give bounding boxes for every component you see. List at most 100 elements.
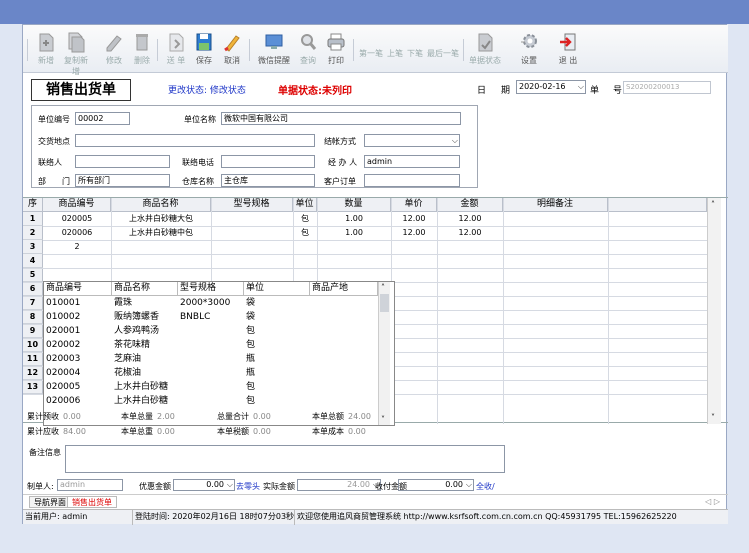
- cell-spec[interactable]: [211, 212, 293, 226]
- round-off-link[interactable]: 去零头: [236, 481, 260, 492]
- delete-button[interactable]: 删除: [127, 31, 157, 66]
- phone-field[interactable]: [221, 155, 315, 168]
- scroll-up-icon[interactable]: ˄: [711, 200, 715, 209]
- popup-cell-unit: 包: [246, 326, 256, 336]
- popup-cell-code: 020002: [46, 340, 81, 350]
- actual-amount-field[interactable]: 24.00 ⌵: [297, 479, 381, 491]
- settle-select[interactable]: ⌵: [364, 134, 460, 147]
- bill-number-field[interactable]: S20200200013: [623, 81, 711, 94]
- last-record-link[interactable]: 最后一笔: [427, 48, 459, 59]
- memo-field[interactable]: [65, 445, 505, 473]
- total-cost-value: 0.00: [348, 427, 366, 436]
- cell-name[interactable]: 上水井白砂糖中包: [111, 226, 211, 240]
- toolbar: 新增 复制新增 修改 删除 送 单 保存 取消 微信提醒 查询 打印 第一笔 上…: [23, 25, 728, 76]
- unit-name-field[interactable]: 微软中国有限公司: [221, 112, 461, 125]
- receive-all-link[interactable]: 全收/: [476, 481, 495, 492]
- tab-scroll-arrows[interactable]: ◁ ▷: [705, 497, 720, 506]
- popup-scrollbar[interactable]: ˄ ˅: [378, 282, 390, 425]
- save-button[interactable]: 保存: [189, 31, 219, 66]
- cell-price[interactable]: 12.00: [391, 226, 437, 240]
- col-header-amount[interactable]: 金额: [437, 198, 503, 212]
- copy-add-button[interactable]: 复制新增: [61, 31, 91, 77]
- received-field[interactable]: 0.00 ⌵: [398, 479, 474, 491]
- wechat-remind-button[interactable]: 微信提醒: [255, 31, 293, 66]
- row-number: 13: [23, 380, 43, 394]
- send-button[interactable]: 送 单: [161, 31, 191, 66]
- search-button[interactable]: 查询: [293, 31, 323, 66]
- prev-record-link[interactable]: 上笔: [387, 48, 403, 59]
- cell-price[interactable]: 12.00: [391, 212, 437, 226]
- chevron-down-icon[interactable]: ⌵: [452, 135, 458, 146]
- handler-field[interactable]: admin: [364, 155, 460, 168]
- col-header-unit[interactable]: 单位: [293, 198, 317, 212]
- popup-cell-code: 020001: [46, 326, 81, 336]
- cancel-button[interactable]: 取消: [217, 31, 247, 66]
- customer-order-field[interactable]: [364, 174, 460, 187]
- first-record-link[interactable]: 第一笔: [359, 48, 383, 59]
- popup-cell-unit: 瓶: [246, 354, 256, 364]
- cell-unit[interactable]: 包: [293, 226, 317, 240]
- add-button[interactable]: 新增: [31, 31, 61, 66]
- col-header-qty[interactable]: 数量: [317, 198, 391, 212]
- popup-cell-name: 人参鸡鸭汤: [114, 326, 160, 336]
- header-form: 单位编号 00002 单位名称 微软中国有限公司 交货地点 结帐方式 ⌵ 联络人…: [31, 105, 478, 188]
- delivery-field[interactable]: [75, 134, 315, 147]
- col-header-spec[interactable]: 型号规格: [211, 198, 293, 212]
- cell-code[interactable]: 020005: [43, 212, 111, 226]
- col-header-price[interactable]: 单价: [391, 198, 437, 212]
- scroll-thumb[interactable]: [380, 294, 389, 312]
- tab-bar: 导航界面 销售出货单 ◁ ▷: [23, 494, 728, 508]
- exit-button[interactable]: 退 出: [553, 31, 583, 66]
- total-sum-value: 0.00: [253, 412, 271, 421]
- date-field[interactable]: 2020-02-16 ⌵: [516, 80, 586, 94]
- chevron-down-icon[interactable]: ⌵: [578, 81, 584, 93]
- col-header-code[interactable]: 商品编号: [43, 198, 111, 212]
- department-field[interactable]: 所有部门: [75, 174, 170, 187]
- received-value: 0.00: [445, 480, 463, 489]
- warehouse-field[interactable]: 主仓库: [221, 174, 315, 187]
- scroll-down-icon[interactable]: ˅: [381, 415, 385, 424]
- items-grid[interactable]: 序 商品编号 商品名称 型号规格 单位 数量 单价 金额 明细备注 1 0200…: [23, 197, 728, 426]
- cell-code-editing[interactable]: 2: [43, 240, 111, 254]
- contact-field[interactable]: [75, 155, 170, 168]
- print-button[interactable]: 打印: [321, 31, 351, 66]
- actual-amount-label: 实际金额: [263, 482, 295, 491]
- popup-cell-unit: 包: [246, 382, 256, 392]
- unit-code-field[interactable]: 00002: [75, 112, 130, 125]
- product-lookup-popup[interactable]: 商品编号 商品名称 型号规格 单位 商品产地 010001 霞珠 2000*30…: [43, 281, 395, 426]
- col-header-remark[interactable]: 明细备注: [503, 198, 608, 212]
- scroll-down-icon[interactable]: ˅: [711, 413, 715, 422]
- col-header-name[interactable]: 商品名称: [111, 198, 211, 212]
- handler-label: 经 办 人: [328, 158, 358, 167]
- row-number: 11: [23, 352, 43, 366]
- cell-spec[interactable]: [211, 226, 293, 240]
- cell-qty[interactable]: 1.00: [317, 226, 391, 240]
- chevron-down-icon[interactable]: ⌵: [466, 480, 472, 490]
- toolbar-separator: [27, 39, 28, 61]
- edit-button[interactable]: 修改: [99, 31, 129, 66]
- maker-label: 制单人:: [27, 482, 54, 491]
- cell-amount[interactable]: 12.00: [437, 226, 503, 240]
- cell-code[interactable]: 020006: [43, 226, 111, 240]
- cell-amount[interactable]: 12.00: [437, 212, 503, 226]
- chevron-down-icon[interactable]: ⌵: [227, 480, 233, 490]
- discount-field[interactable]: 0.00 ⌵: [173, 479, 235, 491]
- cell-unit[interactable]: 包: [293, 212, 317, 226]
- total-tax-label: 本单税额: [217, 427, 249, 436]
- next-record-link[interactable]: 下笔: [407, 48, 423, 59]
- settings-button-label: 设置: [521, 56, 537, 65]
- popup-cell-unit: 袋: [246, 298, 256, 308]
- settings-button[interactable]: 设置: [509, 31, 549, 66]
- receivable: 累计应收 84.00: [27, 426, 86, 437]
- app-window: 新增 复制新增 修改 删除 送 单 保存 取消 微信提醒 查询 打印 第一笔 上…: [22, 24, 728, 525]
- add-button-label: 新增: [38, 56, 54, 65]
- tab-navigation[interactable]: 导航界面: [29, 496, 71, 508]
- popup-cell-name: 上水井白砂糖: [114, 396, 169, 406]
- cell-name[interactable]: 上水井白砂糖大包: [111, 212, 211, 226]
- maker-field[interactable]: admin: [57, 479, 123, 491]
- grid-scrollbar[interactable]: ˄ ˅: [707, 198, 721, 424]
- tab-sales-delivery[interactable]: 销售出货单: [67, 496, 117, 508]
- scroll-up-icon[interactable]: ˄: [381, 283, 385, 292]
- cell-qty[interactable]: 1.00: [317, 212, 391, 226]
- doc-status-button[interactable]: 单据状态: [467, 31, 503, 66]
